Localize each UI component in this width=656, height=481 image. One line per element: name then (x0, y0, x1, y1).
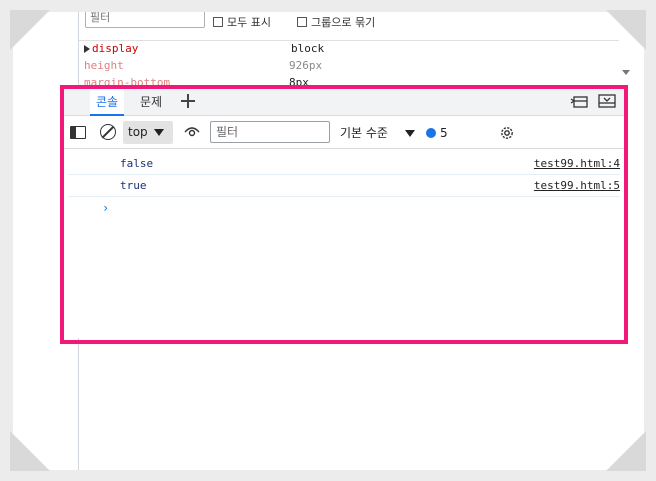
screenshot-area: 필터 모두 표시 그룹으로 묶기 display block height 926p… (13, 12, 644, 470)
settings-gear-icon[interactable] (499, 125, 515, 141)
property-row-display[interactable]: display block (84, 42, 324, 55)
drawer-tabbar: 콘솔 문제 (62, 88, 626, 116)
group-checkbox[interactable]: 그룹으로 묶기 (297, 14, 375, 30)
live-expression-eye-icon[interactable] (184, 126, 200, 138)
console-log-area: false test99.html:4 true test99.html:5 › (62, 150, 626, 338)
log-entry: false test99.html:4 (68, 153, 620, 175)
chevron-down-icon[interactable] (405, 130, 415, 137)
show-sidebar-icon[interactable] (70, 126, 86, 139)
add-tab-icon[interactable] (180, 93, 196, 109)
console-prompt[interactable]: › (102, 201, 109, 215)
checkbox-box[interactable] (297, 17, 307, 27)
show-all-checkbox[interactable]: 모두 표시 (213, 14, 271, 30)
log-source-link[interactable]: test99.html:4 (534, 153, 620, 175)
context-selector[interactable]: top (123, 121, 173, 144)
console-drawer: 콘솔 문제 top 필터 기본 수준 5 false test99.html:4… (62, 88, 626, 338)
show-all-label: 모두 표시 (227, 16, 271, 29)
expand-triangle-icon[interactable] (84, 45, 90, 53)
property-value: 926px (289, 59, 323, 72)
log-message: false (120, 157, 154, 170)
property-name: display (92, 42, 139, 55)
property-row-height[interactable]: height 926px (84, 59, 322, 72)
log-message: true (120, 179, 147, 192)
group-label: 그룹으로 묶기 (311, 16, 376, 29)
issues-count[interactable]: 5 (440, 117, 448, 149)
property-value: block (291, 42, 325, 55)
log-source-link[interactable]: test99.html:5 (534, 175, 620, 197)
tab-console[interactable]: 콘솔 (90, 88, 125, 116)
filter-divider (79, 40, 619, 41)
computed-filter-row: 필터 모두 표시 그룹으로 묶기 (85, 12, 625, 36)
log-level-dropdown[interactable]: 기본 수준 (340, 117, 388, 149)
clear-console-icon[interactable] (100, 124, 116, 140)
property-name: height (84, 59, 124, 72)
issues-badge-icon[interactable] (426, 128, 436, 138)
checkbox-box[interactable] (213, 17, 223, 27)
scroll-down-arrow-icon[interactable] (622, 70, 630, 75)
log-entry: true test99.html:5 (68, 175, 620, 197)
context-value: top (128, 125, 148, 139)
dock-bottom-icon[interactable] (598, 94, 616, 108)
tab-issues[interactable]: 문제 (134, 88, 168, 116)
chevron-down-icon (154, 129, 164, 136)
undock-drawer-icon[interactable] (570, 94, 588, 108)
console-toolbar: top 필터 기본 수준 5 (62, 117, 626, 149)
computed-styles-panel: 필터 모두 표시 그룹으로 묶기 display block height 926p… (79, 12, 644, 89)
log-level-label: 기본 수준 (340, 126, 388, 140)
console-filter-input[interactable]: 필터 (210, 121, 330, 143)
computed-filter-input[interactable]: 필터 (85, 12, 205, 28)
